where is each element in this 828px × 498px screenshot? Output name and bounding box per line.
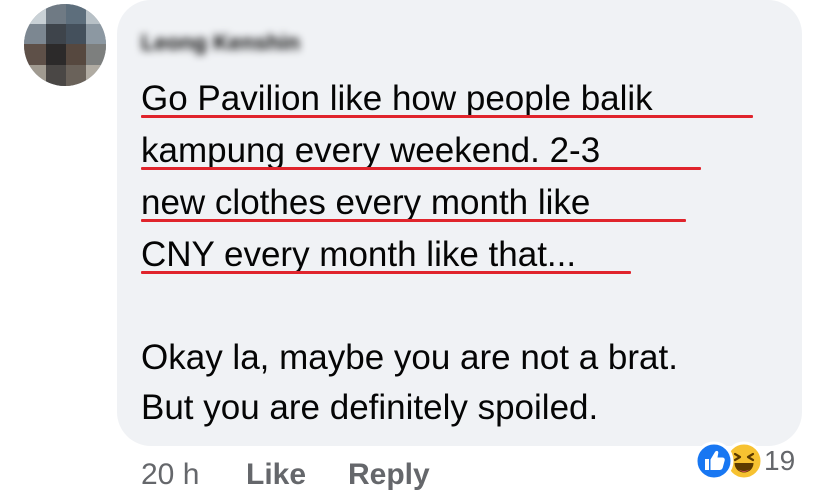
- annotation-underline: [141, 167, 701, 170]
- reaction-summary[interactable]: 19: [694, 441, 806, 481]
- like-button[interactable]: Like: [246, 455, 306, 495]
- reply-button[interactable]: Reply: [348, 455, 430, 495]
- timestamp[interactable]: 20 h: [141, 455, 199, 495]
- comment-text-line: But you are definitely spoiled.: [141, 388, 599, 427]
- avatar[interactable]: [24, 4, 106, 86]
- comment-author[interactable]: Leong Kenshin: [141, 30, 386, 56]
- annotation-underline: [141, 271, 631, 274]
- like-icon: [694, 441, 734, 486]
- annotation-underline: [141, 219, 686, 222]
- reaction-count: 19: [764, 445, 796, 476]
- comment-text-line: Okay la, maybe you are not a brat.: [141, 338, 678, 377]
- annotation-underline: [141, 115, 753, 118]
- author-name[interactable]: Leong Kenshin: [141, 30, 300, 56]
